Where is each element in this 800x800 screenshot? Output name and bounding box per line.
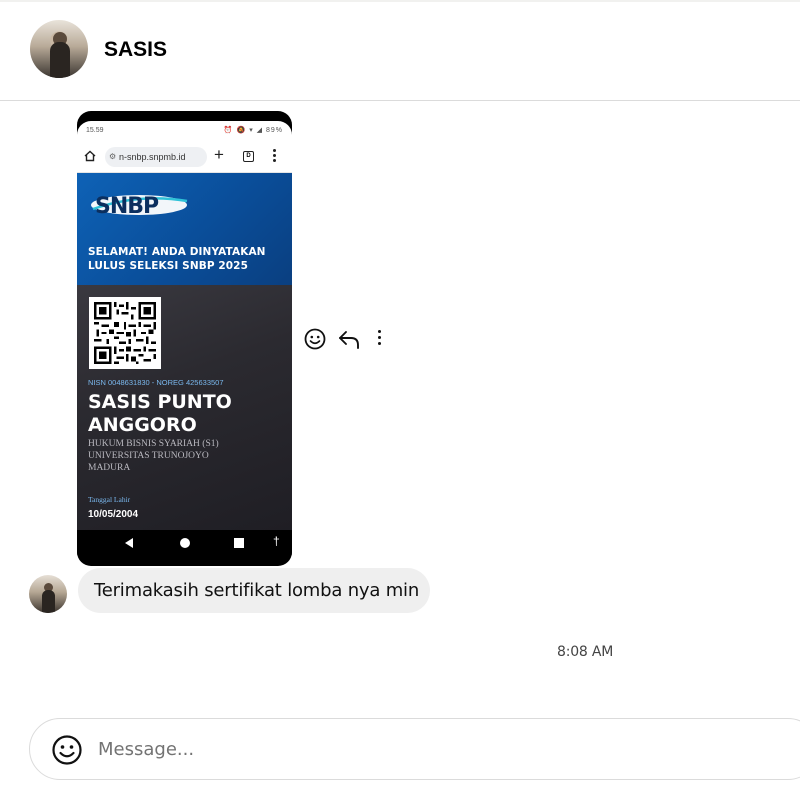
study-program: HUKUM BISNIS SYARIAH (S1) UNIVERSITAS TR… — [88, 438, 278, 474]
emoji-picker-icon[interactable] — [51, 734, 83, 766]
message-timestamp: 8:08 AM — [557, 644, 614, 660]
program-line1: HUKUM BISNIS SYARIAH (S1) — [88, 439, 219, 449]
snbp-logo-text: SNBP — [95, 194, 159, 219]
accessibility-icon: † — [273, 534, 280, 548]
contact-name[interactable]: SASIS — [104, 38, 167, 62]
message-input[interactable] — [98, 736, 748, 762]
status-icons: ⏰ 🔕 ▾ ◢ 89% — [223, 127, 283, 134]
message-text: Terimakasih sertifikat lomba nya min — [94, 580, 420, 601]
banner-title-line1: SELAMAT! ANDA DINYATAKAN — [88, 246, 266, 258]
qr-code — [89, 297, 161, 369]
tabs-icon: D — [243, 151, 254, 162]
back-triangle-icon — [125, 538, 133, 548]
reply-icon[interactable] — [337, 328, 361, 350]
message-bubble[interactable]: Terimakasih sertifikat lomba nya min — [78, 568, 430, 613]
banner-title: SELAMAT! ANDA DINYATAKAN LULUS SELEKSI S… — [88, 245, 288, 273]
result-card: NISN 0048631830 - NOREG 425633507 SASIS … — [77, 285, 292, 530]
dob-value: 10/05/2004 — [88, 509, 139, 520]
chat-header: SASIS — [0, 0, 800, 101]
home-circle-icon — [180, 538, 190, 548]
program-line3: MADURA — [88, 463, 131, 473]
snbp-banner: SNBP SELAMAT! ANDA DINYATAKAN LULUS SELE… — [77, 173, 292, 285]
smiley-icon[interactable] — [304, 328, 326, 350]
more-options-icon[interactable] — [376, 330, 382, 348]
dob-label: Tanggal Lahir — [88, 495, 131, 504]
program-line2: UNIVERSITAS TRUNOJOYO — [88, 451, 209, 461]
student-name-line2: ANGGORO — [88, 414, 197, 436]
home-icon — [84, 150, 96, 162]
banner-title-line2: LULUS SELEKSI SNBP 2025 — [88, 260, 248, 272]
url-bar: ⚙ n-snbp.snpmb.id — [105, 147, 207, 167]
phone-nav-bar: † — [77, 530, 292, 556]
snbp-logo: SNBP — [91, 194, 188, 219]
url-text: n-snbp.snpmb.id — [119, 152, 186, 162]
message-actions — [302, 326, 392, 352]
student-name: SASIS PUNTO ANGGORO — [88, 391, 288, 437]
message-composer — [29, 718, 800, 780]
new-tab-icon: + — [214, 145, 224, 164]
status-time: 15.59 — [86, 127, 104, 134]
contact-avatar[interactable] — [30, 20, 88, 78]
nisn-noreg: NISN 0048631830 - NOREG 425633507 — [88, 378, 224, 387]
browser-bar: ⚙ n-snbp.snpmb.id + D — [77, 141, 292, 173]
browser-menu-icon — [273, 149, 277, 163]
student-name-line1: SASIS PUNTO — [88, 391, 232, 413]
tune-icon: ⚙ — [109, 152, 117, 161]
recent-square-icon — [234, 538, 244, 548]
shared-image[interactable]: 15.59 ⏰ 🔕 ▾ ◢ 89% ⚙ n-snbp.snpmb.id + D … — [77, 111, 292, 566]
qr-code-graphic — [94, 302, 156, 364]
sender-avatar[interactable] — [29, 575, 67, 613]
